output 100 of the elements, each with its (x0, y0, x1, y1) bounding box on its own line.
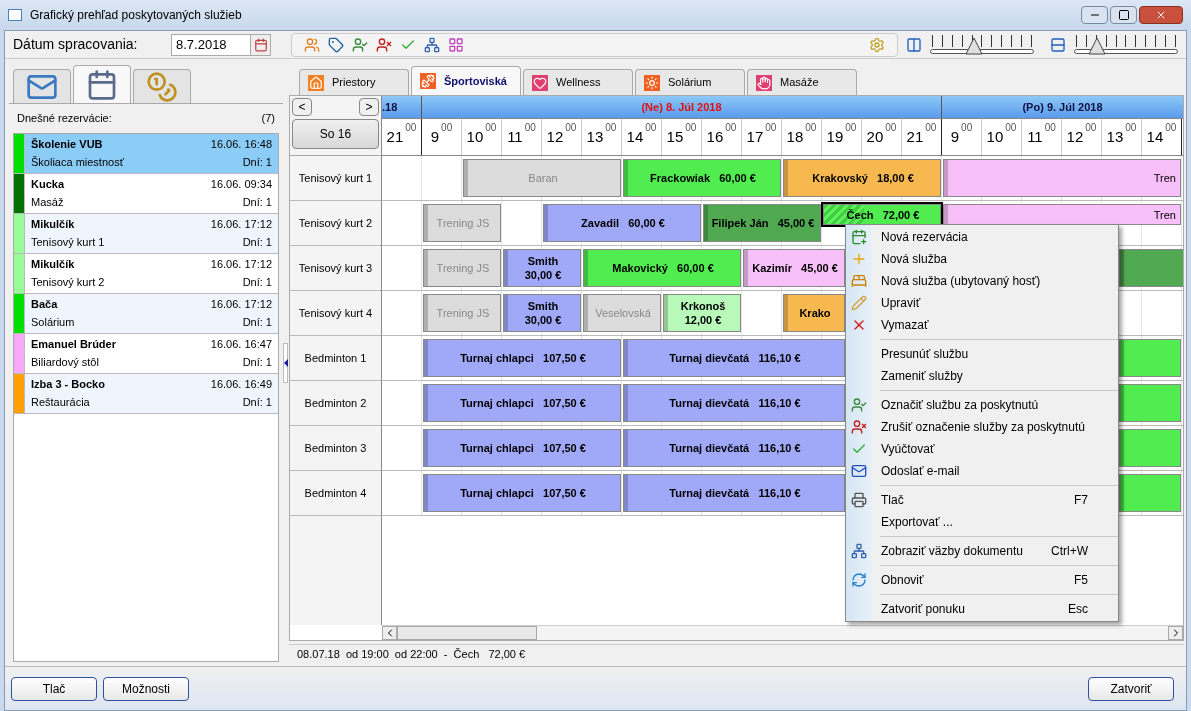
service-place: Reštaurácia (31, 395, 90, 410)
hierarchy-icon[interactable] (424, 36, 440, 53)
booking-bar[interactable]: Smith 30,00 € (503, 294, 581, 332)
calendar-icon (86, 68, 118, 101)
booking-bar[interactable]: Turnaj dievčatá 116,10 € (623, 429, 845, 467)
tab[interactable]: Masáže (747, 69, 857, 95)
menu-item[interactable]: Nová služba (ubytovaný hosť) (846, 270, 1118, 292)
booking-bar[interactable]: Krako (783, 294, 845, 332)
menu-item[interactable]: Tlač F7 (846, 489, 1118, 511)
tab[interactable]: Športoviská (411, 66, 521, 95)
tag-icon[interactable] (328, 36, 344, 53)
hour-label: 13$^{00}$ (582, 119, 622, 155)
menu-item[interactable]: Odoslať e-mail (846, 460, 1118, 482)
previous-button[interactable]: < (292, 98, 312, 116)
booking-bar[interactable]: Makovický 60,00 € (583, 249, 741, 287)
status-text: 08.07.18 od 19:00 od 22:00 - Čech 72,00 € (297, 647, 526, 663)
booking-bar[interactable]: Čech 72,00 € (823, 204, 941, 225)
zoom-slider[interactable] (930, 32, 1034, 57)
pencil-icon (851, 295, 867, 311)
menu-item[interactable]: Exportovať ... (846, 511, 1118, 533)
menu-item[interactable]: Vymazať (846, 314, 1118, 336)
hour-label: 12$^{00}$ (542, 119, 582, 155)
slider-thumb[interactable] (964, 36, 983, 55)
booking-bar[interactable]: Turnaj chlapci 107,50 € (423, 384, 621, 422)
booking-bar[interactable]: Krkonoš 12,00 € (663, 294, 741, 332)
menu-item[interactable]: Presunúť službu (846, 343, 1118, 365)
hierarchy-icon (851, 543, 867, 559)
reservation-item[interactable]: Bača 16.06. 17:12 Solárium Dní: 1 (14, 293, 278, 334)
reservation-item[interactable]: Školenie VUB 16.06. 16:48 Školiaca miestnosť Dní: 1 (14, 133, 278, 174)
calendar-button[interactable] (250, 34, 270, 55)
resource-name: Tenisový kurt 2 (290, 201, 381, 246)
maximize-button[interactable] (1110, 6, 1137, 24)
calendar-icon (253, 37, 268, 52)
zoom-slider[interactable] (1074, 32, 1178, 57)
window-title: Grafický prehľad poskytovaných služieb (30, 7, 242, 24)
slider-thumb[interactable] (1087, 36, 1106, 55)
menu-item[interactable]: Zobraziť väzby dokumentu Ctrl+W (846, 540, 1118, 562)
color-grid-icon[interactable] (448, 36, 464, 53)
users-icon[interactable] (304, 36, 320, 53)
reservation-time: 16.06. 09:34 (210, 176, 272, 192)
reservation-item[interactable]: Mikulčík 16.06. 17:12 Tenisový kurt 1 Dní: 1 (14, 213, 278, 254)
menu-item[interactable]: Zameniť služby (846, 365, 1118, 387)
booking-bar[interactable]: Frackowiak 60,00 € (623, 159, 781, 197)
booking-bar[interactable]: Smith 30,00 € (503, 249, 581, 287)
close-button[interactable] (1139, 6, 1183, 24)
booking-bar[interactable] (1119, 339, 1181, 377)
panel-tab[interactable] (73, 65, 131, 103)
booking-bar[interactable] (1119, 429, 1181, 467)
row-height-icon (1050, 36, 1066, 53)
menu-item[interactable]: Nová služba (846, 248, 1118, 270)
panel-tab[interactable] (133, 69, 191, 103)
tab[interactable]: Solárium (635, 69, 745, 95)
booking-bar[interactable]: Filipek Ján 45,00 € (703, 204, 821, 242)
menu-item[interactable]: Obnoviť F5 (846, 569, 1118, 591)
menu-item[interactable]: Nová rezervácia (846, 226, 1118, 248)
booking-bar[interactable]: Tren (943, 159, 1181, 197)
footer-button[interactable]: Tlač (11, 676, 97, 701)
day-count: Dní: 1 (242, 275, 272, 290)
menu-item[interactable]: Upraviť (846, 292, 1118, 314)
scroll-left-button[interactable] (382, 626, 397, 640)
menu-item[interactable]: Zatvoriť ponuku Esc (846, 598, 1118, 620)
booking-bar[interactable]: Krakovský 18,00 € (783, 159, 941, 197)
day-button[interactable]: So 16 (292, 119, 379, 149)
booking-bar[interactable]: Turnaj chlapci 107,50 € (423, 339, 621, 377)
booking-bar[interactable]: Kazimír 45,00 € (743, 249, 845, 287)
settings-icon[interactable] (869, 36, 885, 53)
menu-item[interactable]: Označiť službu za poskytnutú (846, 394, 1118, 416)
booking-bar[interactable]: Turnaj dievčatá 116,10 € (623, 474, 845, 512)
reservation-item[interactable]: Mikulčík 16.06. 17:12 Tenisový kurt 2 Dní: 1 (14, 253, 278, 294)
booking-bar[interactable]: Tren (943, 204, 1181, 225)
tab[interactable]: Wellness (523, 69, 633, 95)
close-dialog-button[interactable]: Zatvoriť (1088, 676, 1174, 701)
booking-bar[interactable]: Zavadil 60,00 € (543, 204, 701, 242)
reservation-time: 16.06. 17:12 (210, 216, 272, 232)
booking-bar[interactable]: Turnaj chlapci 107,50 € (423, 429, 621, 467)
mail-icon (851, 463, 867, 479)
user-cross-icon[interactable] (376, 36, 392, 53)
minimize-button[interactable] (1081, 6, 1108, 24)
hour-label: 14$^{00}$ (622, 119, 662, 155)
booking-bar[interactable]: Turnaj chlapci 107,50 € (423, 474, 621, 512)
tab[interactable]: Priestory (299, 69, 409, 95)
reservation-item[interactable]: Kucka 16.06. 09:34 Masáž Dní: 1 (14, 173, 278, 214)
reservation-time: 16.06. 16:48 (210, 136, 272, 152)
user-check-icon[interactable] (352, 36, 368, 53)
booking-bar[interactable]: Turnaj dievčatá 116,10 € (623, 339, 845, 377)
panel-tab[interactable] (13, 69, 71, 103)
scroll-thumb[interactable] (397, 626, 537, 640)
service-place: Tenisový kurt 2 (31, 275, 105, 290)
booking-bar[interactable] (1119, 474, 1181, 512)
reservation-item[interactable]: Emanuel Brúder 16.06. 16:47 Biliardový stôl Dní: 1 (14, 333, 278, 374)
footer-button[interactable]: Možnosti (103, 676, 189, 701)
next-button[interactable]: > (359, 98, 379, 116)
menu-item[interactable]: Vyúčtovať (846, 438, 1118, 460)
booking-bar[interactable]: Turnaj dievčatá 116,10 € (623, 384, 845, 422)
reservation-item[interactable]: Izba 3 - Bocko 16.06. 16:49 Reštaurácia Dní: 1 (14, 373, 278, 414)
booking-bar[interactable] (1119, 384, 1181, 422)
scroll-right-button[interactable] (1168, 626, 1183, 640)
menu-item[interactable]: Zrušiť označenie služby za poskytnutú (846, 416, 1118, 438)
date-field[interactable]: 8.7.2018 (171, 33, 271, 56)
guest-name: Emanuel Brúder (31, 336, 116, 352)
